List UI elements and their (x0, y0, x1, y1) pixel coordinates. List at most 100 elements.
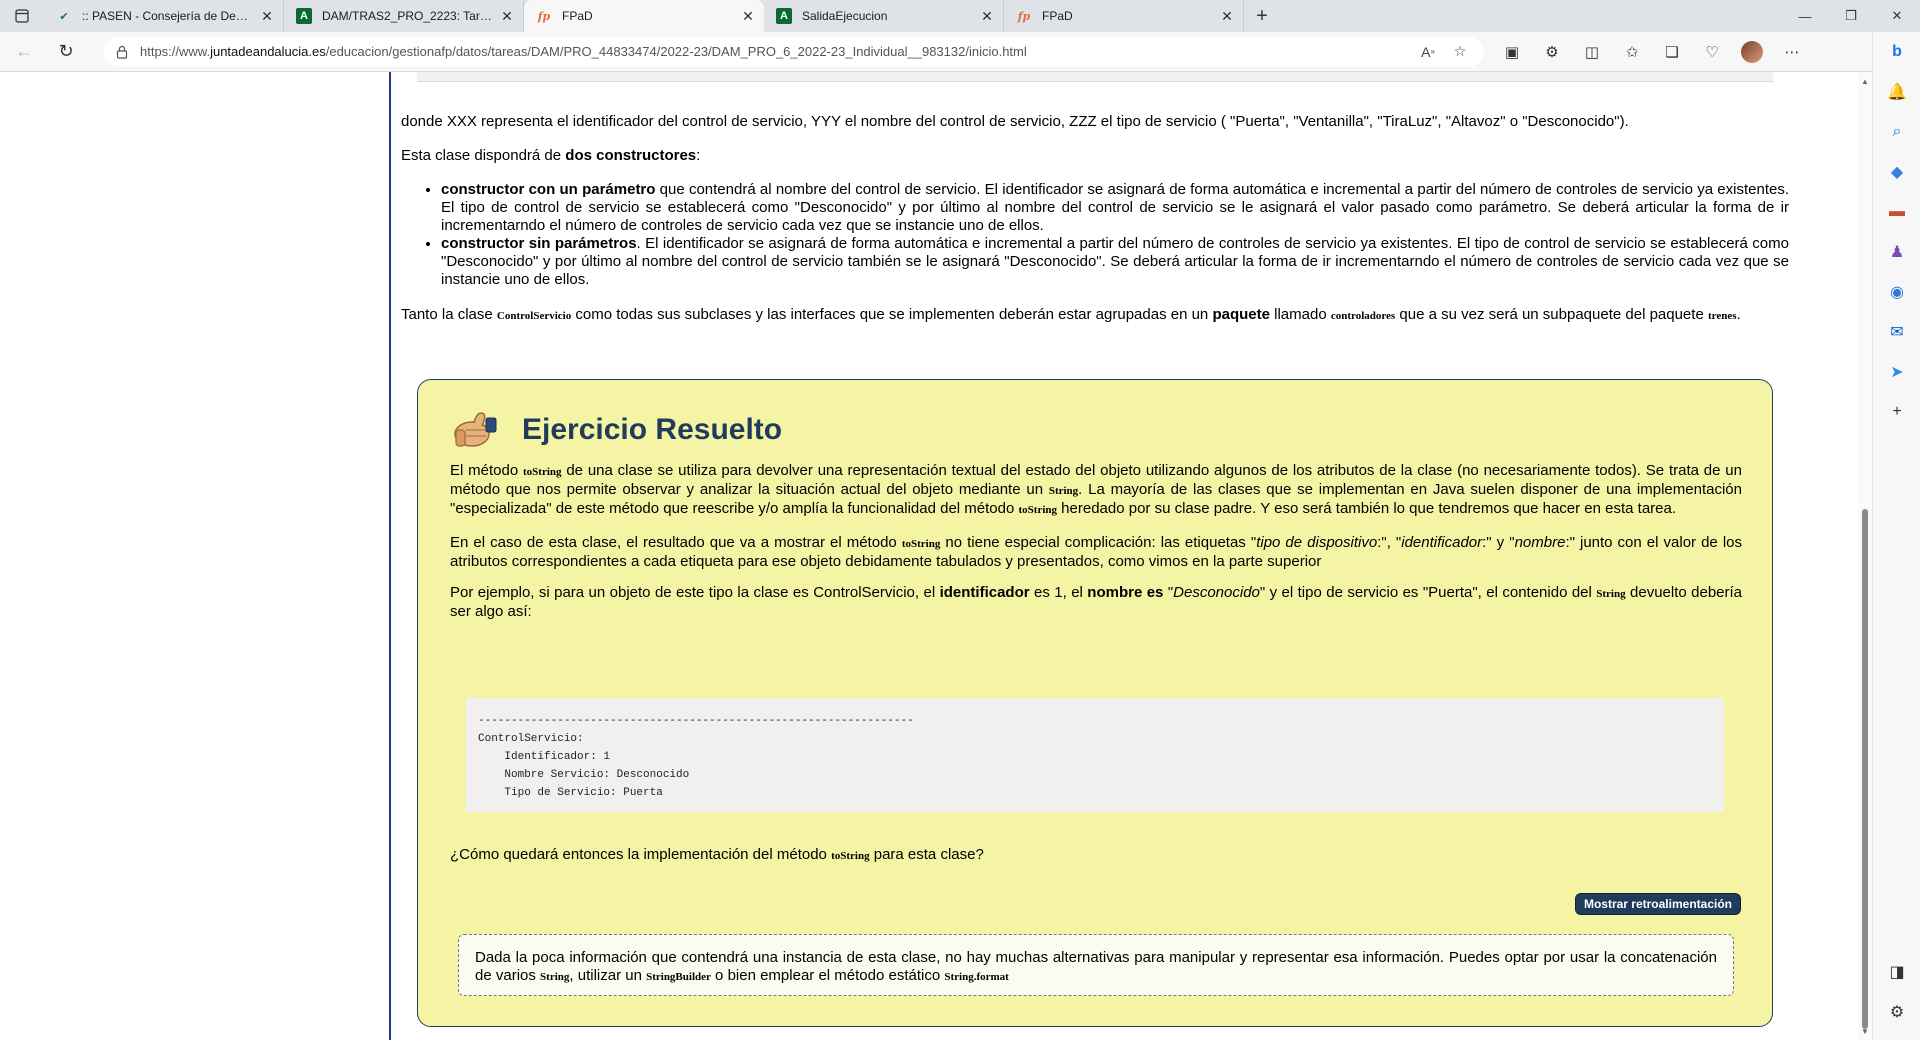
split-screen-icon[interactable]: ◫ (1572, 36, 1612, 68)
bold-text: paquete (1212, 306, 1270, 323)
close-tab-icon[interactable]: ✕ (740, 8, 756, 24)
refresh-button[interactable]: ↻ (48, 36, 84, 68)
italic-text: nombre (1514, 534, 1566, 551)
games-icon[interactable]: ♟ (1873, 232, 1920, 272)
lock-icon[interactable] (114, 44, 130, 60)
text: : (696, 147, 701, 164)
text: heredado por su clase padre. Y eso será … (1057, 500, 1677, 517)
close-tab-icon[interactable]: ✕ (259, 8, 275, 24)
reading-view-icon[interactable]: ▣ (1492, 36, 1532, 68)
settings-more-icon[interactable]: ⋯ (1772, 36, 1812, 68)
text: llamado (1269, 306, 1331, 323)
collections-icon[interactable]: ❏ (1652, 36, 1692, 68)
text: para esta clase? (869, 846, 984, 863)
shopping-tag-icon[interactable]: ◆ (1873, 152, 1920, 192)
moodle-a-icon: A (296, 8, 312, 24)
italic-text: identificador (1401, 534, 1483, 551)
code-block-output-example: ----------------------------------------… (466, 698, 1724, 812)
page-viewport: donde XXX representa el identificador de… (0, 72, 1872, 1040)
add-sidebar-app-icon[interactable]: + (1873, 392, 1920, 432)
tab-tarea-online[interactable]: A DAM/TRAS2_PRO_2223: Tarea online ✕ (284, 0, 524, 32)
code-text: toString (831, 850, 870, 862)
restore-button[interactable]: ❐ (1828, 0, 1874, 32)
exercise-question: ¿Cómo quedará entonces la implementación… (450, 846, 1742, 865)
code-text: String (1048, 485, 1079, 497)
browser-toolbar: ← ↻ https://www.juntadeandalucia.es/educ… (0, 32, 1920, 72)
microsoft-365-icon[interactable]: ◉ (1873, 272, 1920, 312)
bold-text: constructor con un parámetro (441, 181, 656, 198)
back-button[interactable]: ← (6, 36, 42, 68)
extensions-icon[interactable]: ⚙ (1532, 36, 1572, 68)
new-tab-button[interactable]: + (1244, 0, 1280, 32)
text: ¿Cómo quedará entonces la implementación… (450, 846, 832, 863)
search-icon[interactable]: ⌕ (1873, 112, 1920, 152)
tab-title: SalidaEjecucion (802, 9, 888, 23)
italic-text: tipo de dispositivo (1256, 534, 1378, 551)
text: Tanto la clase (401, 306, 497, 323)
bold-text: constructor sin parámetros (441, 235, 637, 252)
text: que a su vez será un subpaquete del paqu… (1395, 306, 1708, 323)
solved-exercise-box: Ejercicio Resuelto El método toString de… (417, 379, 1773, 1027)
tab-pasen[interactable]: ✔ :: PASEN - Consejería de Desarrollo Ed… (44, 0, 284, 32)
tab-salida-ejecucion[interactable]: A SalidaEjecucion ✕ (764, 0, 1004, 32)
profile-avatar[interactable] (1732, 36, 1772, 68)
text: " (1163, 584, 1174, 601)
show-feedback-button[interactable]: Mostrar retroalimentación (1575, 894, 1740, 914)
window-controls: — ❐ ✕ (1782, 0, 1920, 32)
arrow-left-icon: ← (15, 41, 33, 61)
exercise-paragraph-tostring: El método toString de una clase se utili… (450, 462, 1742, 519)
thumbs-up-icon (454, 412, 497, 447)
scroll-thumb[interactable] (1862, 509, 1868, 1029)
text: como todas sus subclases y las interface… (571, 306, 1213, 323)
code-text: trenes (1707, 310, 1737, 322)
tab-title: FPaD (1042, 9, 1073, 23)
scroll-up-arrow-icon[interactable]: ▲ (1858, 74, 1872, 88)
browser-essentials-icon[interactable]: ♡ (1692, 36, 1732, 68)
tab-actions-button[interactable] (0, 0, 44, 32)
tab-fpad[interactable]: fp FPaD ✕ (1004, 0, 1244, 32)
fpad-icon: fp (1017, 9, 1031, 23)
close-tab-icon[interactable]: ✕ (979, 8, 995, 24)
tab-title: FPaD (562, 9, 593, 23)
exercise-paragraph-example: Por ejemplo, si para un objeto de este t… (450, 584, 1742, 621)
text: no tiene especial complicación: las etiq… (940, 534, 1257, 551)
sidebar-toggle-icon[interactable]: ◨ (1873, 952, 1920, 992)
read-aloud-icon[interactable]: A» (1414, 38, 1442, 66)
bold-text: nombre es (1087, 584, 1164, 601)
exercise-paragraph-labels: En el caso de esta clase, el resultado q… (450, 534, 1742, 571)
drop-icon[interactable]: ➤ (1873, 352, 1920, 392)
paragraph-package: Tanto la clase ControlServicio como toda… (401, 306, 1789, 325)
top-box-remnant (417, 72, 1773, 82)
text: , utilizar un (569, 967, 647, 984)
bell-icon[interactable]: 🔔 (1873, 72, 1920, 112)
address-bar[interactable]: https://www.juntadeandalucia.es/educacio… (104, 36, 1484, 67)
url-prefix: https://www. (140, 44, 211, 59)
code-text: toString (901, 538, 941, 550)
close-window-button[interactable]: ✕ (1874, 0, 1920, 32)
close-tab-icon[interactable]: ✕ (1219, 8, 1235, 24)
bing-copilot-icon[interactable]: b (1873, 32, 1920, 72)
favorites-icon[interactable]: ✩ (1612, 36, 1652, 68)
close-tab-icon[interactable]: ✕ (499, 8, 515, 24)
favorite-star-icon[interactable]: ☆ (1446, 38, 1474, 66)
page-scrollbar[interactable]: ▲ ▼ (1858, 72, 1872, 1040)
text: El método (450, 462, 524, 479)
code-text: String (1596, 588, 1626, 600)
text: " y el tipo de servicio es "Puerta", el … (1259, 584, 1597, 601)
fpad-icon: fp (537, 9, 551, 23)
text: o bien emplear el método estático (710, 967, 945, 984)
url-text[interactable]: https://www.juntadeandalucia.es/educacio… (140, 44, 1410, 59)
tab-title: :: PASEN - Consejería de Desarrollo Educ… (82, 9, 253, 23)
minimize-button[interactable]: — (1782, 0, 1828, 32)
tab-actions-icon (15, 9, 29, 23)
tab-fpad-active[interactable]: fp FPaD ✕ (524, 0, 764, 32)
text: Por ejemplo, si para un objeto de este t… (450, 584, 940, 601)
pasen-icon: ✔ (59, 10, 69, 23)
tools-icon[interactable]: ▬ (1873, 192, 1920, 232)
gear-icon[interactable]: ⚙ (1873, 992, 1920, 1032)
outlook-icon[interactable]: ✉ (1873, 312, 1920, 352)
scroll-down-arrow-icon[interactable]: ▼ (1858, 1024, 1872, 1038)
refresh-icon: ↻ (58, 41, 74, 61)
code-text: StringBuilder (646, 971, 711, 983)
code-text: controladores (1330, 310, 1396, 322)
